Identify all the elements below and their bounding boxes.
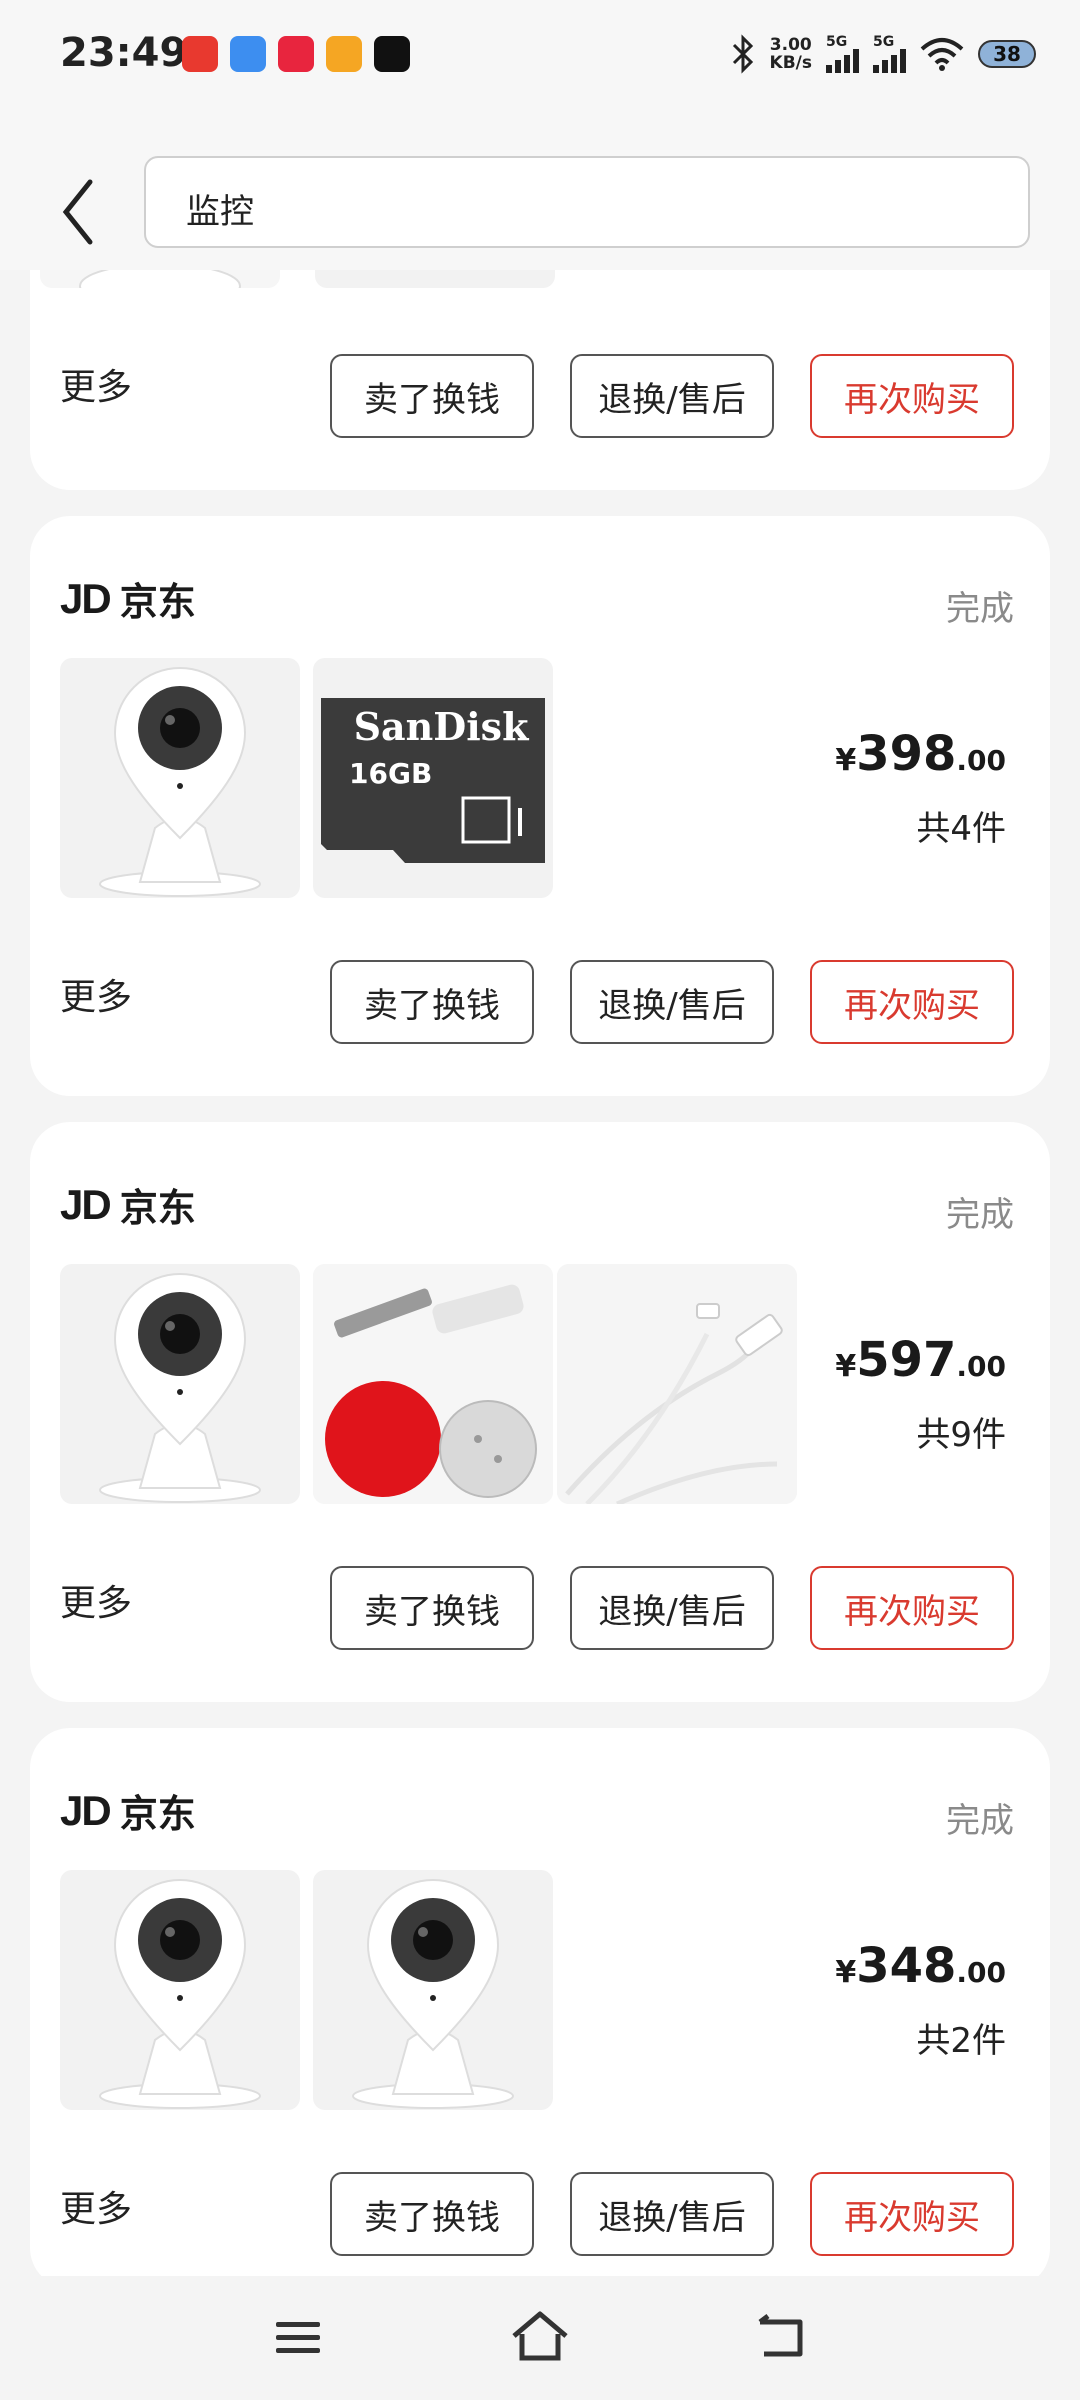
product-thumb[interactable] bbox=[557, 1264, 797, 1504]
buy-again-button[interactable]: 再次购买 bbox=[810, 354, 1014, 438]
order-price: ¥ 398 .00 bbox=[835, 726, 1006, 782]
app-notification-icon bbox=[278, 36, 314, 72]
order-price: ¥ 348 .00 bbox=[835, 1938, 1006, 1994]
mounting-kit-image bbox=[313, 1264, 553, 1504]
order-card[interactable]: JD 京东 完成 SanDisk 16GB ¥ 398 .00 共4件 更多 卖… bbox=[30, 516, 1050, 1096]
price-decimal: .00 bbox=[956, 1956, 1006, 1989]
price-decimal: .00 bbox=[956, 1350, 1006, 1383]
notification-app-icons bbox=[182, 36, 410, 72]
order-status: 完成 bbox=[946, 589, 1014, 629]
usb-cable-image bbox=[557, 1264, 797, 1504]
order-status: 完成 bbox=[946, 1195, 1014, 1235]
bluetooth-icon bbox=[732, 34, 753, 74]
battery-indicator: 38 bbox=[978, 40, 1036, 68]
more-link[interactable]: 更多 bbox=[60, 358, 132, 410]
order-price: ¥ 597 .00 bbox=[835, 1332, 1006, 1388]
item-count: 共9件 bbox=[916, 1415, 1006, 1455]
jd-logo: JD bbox=[60, 574, 112, 622]
store-brand[interactable]: JD 京东 bbox=[60, 1177, 196, 1232]
product-thumb[interactable]: SanDisk 16GB bbox=[313, 658, 553, 898]
sell-button[interactable]: 卖了换钱 bbox=[330, 354, 534, 438]
jd-logo: JD bbox=[60, 1786, 112, 1834]
currency-symbol: ¥ bbox=[835, 1349, 857, 1384]
return-service-button[interactable]: 退换/售后 bbox=[570, 1566, 774, 1650]
store-name: 京东 bbox=[119, 580, 196, 624]
jd-logo: JD bbox=[60, 1180, 112, 1228]
signal-bars-icon bbox=[826, 49, 859, 73]
signal-2-label: 5G bbox=[873, 34, 895, 50]
status-indicators: 3.00 KB/s 5G 5G 38 bbox=[730, 34, 1036, 74]
speed-value: 3.00 bbox=[769, 35, 812, 55]
buy-again-button[interactable]: 再次购买 bbox=[810, 2172, 1014, 2256]
return-service-button[interactable]: 退换/售后 bbox=[570, 354, 774, 438]
network-speed: 3.00 KB/s bbox=[770, 36, 812, 72]
buy-again-button[interactable]: 再次购买 bbox=[810, 960, 1014, 1044]
status-bar: 23:49 3.00 KB/s 5G 5G 38 bbox=[0, 0, 1080, 120]
home-icon[interactable] bbox=[508, 2308, 572, 2364]
search-input[interactable]: 监控 bbox=[144, 156, 1030, 248]
back-icon[interactable] bbox=[752, 2312, 808, 2360]
signal-2: 5G bbox=[873, 35, 906, 73]
speed-unit: KB/s bbox=[769, 53, 812, 73]
store-name: 京东 bbox=[119, 1186, 196, 1230]
chevron-left-icon bbox=[62, 179, 93, 245]
price-integer: 398 bbox=[856, 726, 957, 782]
buy-again-button[interactable]: 再次购买 bbox=[810, 1566, 1014, 1650]
wifi-icon bbox=[920, 38, 964, 71]
sell-button[interactable]: 卖了换钱 bbox=[330, 960, 534, 1044]
security-camera-image bbox=[99, 667, 261, 897]
product-thumb[interactable] bbox=[60, 1870, 300, 2110]
item-count: 共2件 bbox=[916, 2021, 1006, 2061]
return-service-button[interactable]: 退换/售后 bbox=[570, 960, 774, 1044]
sandisk-card-image: SanDisk 16GB bbox=[321, 698, 545, 863]
search-input-value: 监控 bbox=[186, 192, 254, 232]
store-brand[interactable]: JD 京东 bbox=[60, 1783, 196, 1838]
item-count: 共4件 bbox=[916, 809, 1006, 849]
price-integer: 597 bbox=[856, 1332, 957, 1388]
sell-button[interactable]: 卖了换钱 bbox=[330, 2172, 534, 2256]
currency-symbol: ¥ bbox=[835, 1955, 857, 1990]
app-notification-icon bbox=[230, 36, 266, 72]
sell-button[interactable]: 卖了换钱 bbox=[330, 1566, 534, 1650]
product-thumb[interactable] bbox=[313, 1870, 553, 2110]
signal-1: 5G bbox=[826, 35, 859, 73]
app-notification-icon bbox=[374, 36, 410, 72]
order-status: 完成 bbox=[946, 1801, 1014, 1841]
price-decimal: .00 bbox=[956, 744, 1006, 777]
product-thumb[interactable] bbox=[60, 1264, 300, 1504]
signal-bars-icon bbox=[873, 49, 906, 73]
sandisk-label: SanDisk bbox=[354, 704, 529, 749]
store-brand[interactable]: JD 京东 bbox=[60, 571, 196, 626]
store-name: 京东 bbox=[119, 1792, 196, 1836]
app-notification-icon bbox=[182, 36, 218, 72]
system-nav-bar bbox=[0, 2276, 1080, 2400]
security-camera-image bbox=[99, 1879, 261, 2109]
security-camera-image bbox=[352, 1879, 514, 2109]
product-thumb[interactable] bbox=[313, 1264, 553, 1504]
order-card[interactable]: JD 京东 完成 ¥ 348 .00 共2件 更多 卖了换钱 退换/售后 再次购… bbox=[30, 1728, 1050, 2288]
more-link[interactable]: 更多 bbox=[60, 968, 132, 1020]
return-service-button[interactable]: 退换/售后 bbox=[570, 2172, 774, 2256]
back-button[interactable] bbox=[50, 170, 110, 250]
app-notification-icon bbox=[326, 36, 362, 72]
more-link[interactable]: 更多 bbox=[60, 1574, 132, 1626]
currency-symbol: ¥ bbox=[835, 743, 857, 778]
order-card[interactable]: JD 京东 完成 ¥ 597 .00 共9件 更多 卖了换钱 退换/售后 再次购… bbox=[30, 1122, 1050, 1702]
signal-1-label: 5G bbox=[826, 34, 848, 50]
product-thumb[interactable] bbox=[60, 658, 300, 898]
status-time: 23:49 bbox=[60, 30, 188, 76]
security-camera-image bbox=[99, 1273, 261, 1503]
more-link[interactable]: 更多 bbox=[60, 2180, 132, 2232]
search-header: 监控 bbox=[0, 120, 1080, 270]
sandisk-capacity: 16GB bbox=[349, 757, 432, 790]
price-integer: 348 bbox=[856, 1938, 957, 1994]
menu-icon[interactable] bbox=[272, 2316, 324, 2360]
